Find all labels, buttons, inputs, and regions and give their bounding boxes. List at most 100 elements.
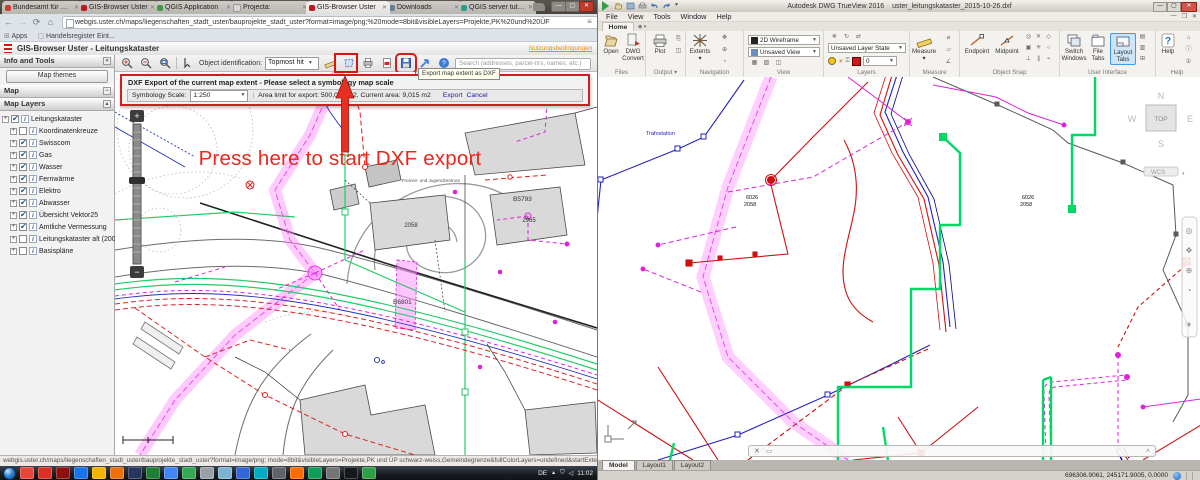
menu-tools[interactable]: Tools <box>653 12 670 21</box>
switch-windows-button[interactable]: Switch Windows <box>1061 33 1087 63</box>
taskbar-app-icon[interactable] <box>164 467 178 479</box>
measure-button[interactable]: Measure ▾ <box>912 33 936 63</box>
info-icon[interactable]: i <box>29 223 37 231</box>
browser-tab[interactable]: QGIS server tutor...✕ <box>458 1 536 14</box>
url-input[interactable]: webgis.uster.ch/maps/liegenschaften_stad… <box>62 16 606 29</box>
zoom-icon[interactable]: ⊕ <box>720 46 729 54</box>
layer-row[interactable]: + i Swisscom <box>2 137 114 149</box>
info-icon[interactable]: i <box>29 187 37 195</box>
doc-minimize-icon[interactable]: — <box>1171 13 1177 20</box>
snap-perpendicular-icon[interactable]: ⊥ <box>1024 55 1033 63</box>
measure-area-icon[interactable] <box>341 56 357 71</box>
doc-restore-icon[interactable]: ❐ <box>1182 13 1187 20</box>
doc-close-icon[interactable]: ✕ <box>1192 13 1197 20</box>
taskbar-app-icon[interactable] <box>362 467 376 479</box>
minimize-button[interactable]: — <box>551 1 566 12</box>
zoom-extent-icon[interactable] <box>157 56 173 71</box>
layer-row[interactable]: + i Abwasser <box>2 197 114 209</box>
open-icon[interactable] <box>614 2 623 10</box>
export-link[interactable]: Export <box>443 92 463 99</box>
network-icon[interactable]: ⛉ <box>560 470 565 477</box>
taskbar-app-icon[interactable] <box>74 467 88 479</box>
layer-iso-icon[interactable]: ⇄ <box>854 33 863 41</box>
expander-icon[interactable]: + <box>10 248 17 255</box>
file-tabs-button[interactable]: File Tabs <box>1087 33 1109 63</box>
taskbar-app-icon[interactable] <box>38 467 52 479</box>
bookmark-apps[interactable]: ⊞ Apps <box>4 32 27 40</box>
expander-icon[interactable]: + <box>10 164 17 171</box>
expander-icon[interactable]: + <box>2 116 9 123</box>
terms-link[interactable]: Nutzungsbedingungen <box>529 45 592 52</box>
layer-checkbox[interactable] <box>19 151 27 159</box>
ui-clean-icon[interactable]: ⊞ <box>1138 55 1147 63</box>
restore-button[interactable]: ▢ <box>1167 2 1181 12</box>
browser-tab-active[interactable]: GIS-Browser Uster✕ <box>306 1 390 14</box>
measure-angle-icon[interactable]: ∠ <box>944 58 953 66</box>
pan-icon[interactable]: ✥ <box>720 34 729 42</box>
layer-checkbox[interactable] <box>19 139 27 147</box>
reload-icon[interactable]: ⟳ <box>30 16 43 28</box>
layer-row[interactable]: + i Leitungskataster <box>2 113 114 125</box>
layer-row[interactable]: + i Basispläne <box>2 245 114 257</box>
layer-checkbox[interactable] <box>19 199 27 207</box>
expander-icon[interactable]: + <box>10 176 17 183</box>
customize-command-icon[interactable]: ▭ <box>766 447 773 455</box>
layer-checkbox[interactable] <box>19 223 27 231</box>
named-views-icon[interactable]: ▧ <box>762 59 771 67</box>
layer-row[interactable]: + i Wasser <box>2 161 114 173</box>
layer-freeze-icon[interactable]: ❄ <box>830 33 839 41</box>
close-button[interactable]: ✕ <box>579 1 594 12</box>
view-select[interactable]: Unsaved View▼ <box>748 47 820 57</box>
expander-icon[interactable]: + <box>10 200 17 207</box>
taskbar-app-icon[interactable] <box>200 467 214 479</box>
menu-help[interactable]: Help <box>716 12 731 21</box>
preview-icon[interactable]: ◫ <box>674 47 683 55</box>
help-about-icon[interactable]: ① <box>1184 58 1193 66</box>
layer-off-icon[interactable]: ↻ <box>842 33 851 41</box>
layer-checkbox[interactable] <box>19 175 27 183</box>
open-button[interactable]: Open <box>599 33 623 56</box>
snap-quadrant-icon[interactable]: ◇ <box>1044 33 1053 41</box>
help-home-icon[interactable]: ⌂ <box>1184 34 1193 42</box>
volume-icon[interactable]: ◁ <box>569 470 574 477</box>
snap-parallel-icon[interactable]: ∥ <box>1034 55 1043 63</box>
info-icon[interactable]: i <box>29 139 37 147</box>
save-icon[interactable] <box>626 2 635 10</box>
browser-tab[interactable]: Downloads✕ <box>386 1 462 14</box>
qat-dropdown-icon[interactable]: ▼ <box>674 2 679 10</box>
layer-checkbox[interactable] <box>19 187 27 195</box>
endpoint-snap-button[interactable]: Endpoint <box>962 33 992 56</box>
ribbon-options-icon[interactable]: ◉ ▾ <box>638 24 646 30</box>
expander-icon[interactable]: + <box>10 212 17 219</box>
layer-state-select[interactable]: Unsaved Layer State▼ <box>828 43 906 53</box>
layer-lock-icon[interactable]: ⚿ <box>845 58 850 65</box>
dwg-convert-button[interactable]: DWG Convert <box>621 33 645 63</box>
layer-checkbox[interactable] <box>19 211 27 219</box>
snap-intersection-icon[interactable]: ▣ <box>1024 44 1033 52</box>
menu-window[interactable]: Window <box>681 12 707 21</box>
expander-icon[interactable]: + <box>10 128 17 135</box>
collapse-icon[interactable]: ▴ <box>103 100 111 108</box>
back-icon[interactable]: ← <box>2 16 15 28</box>
snap-node-icon[interactable]: ✕ <box>1034 33 1043 41</box>
layer-row[interactable]: + i Elektro <box>2 185 114 197</box>
tray-expand-icon[interactable]: ▲ <box>551 470 556 476</box>
snap-insertion-icon[interactable]: ○ <box>1044 44 1053 52</box>
expander-icon[interactable]: + <box>10 224 17 231</box>
command-line[interactable]: ✕ ▭ ˄ <box>748 445 1156 457</box>
browser-tab[interactable]: Bundesamt für Ra...✕ <box>2 1 82 14</box>
scale-select[interactable]: 1:250 ▼ <box>190 90 248 102</box>
export-dxf-button[interactable] <box>398 56 414 71</box>
info-icon[interactable]: i <box>21 115 29 123</box>
window-views-icon[interactable]: ◫ <box>774 59 783 67</box>
taskbar-app-icon[interactable] <box>272 467 286 479</box>
menu-view[interactable]: View <box>628 12 644 21</box>
ui-window-icon[interactable]: ▥ <box>1138 44 1147 52</box>
info-icon[interactable]: i <box>29 163 37 171</box>
undo-icon[interactable] <box>650 2 659 10</box>
status-toggle-icon[interactable] <box>1173 472 1181 480</box>
zoom-out-icon[interactable] <box>138 56 154 71</box>
layer-checkbox[interactable] <box>11 115 19 123</box>
info-icon[interactable]: i <box>29 151 37 159</box>
menu-file[interactable]: File <box>606 12 618 21</box>
